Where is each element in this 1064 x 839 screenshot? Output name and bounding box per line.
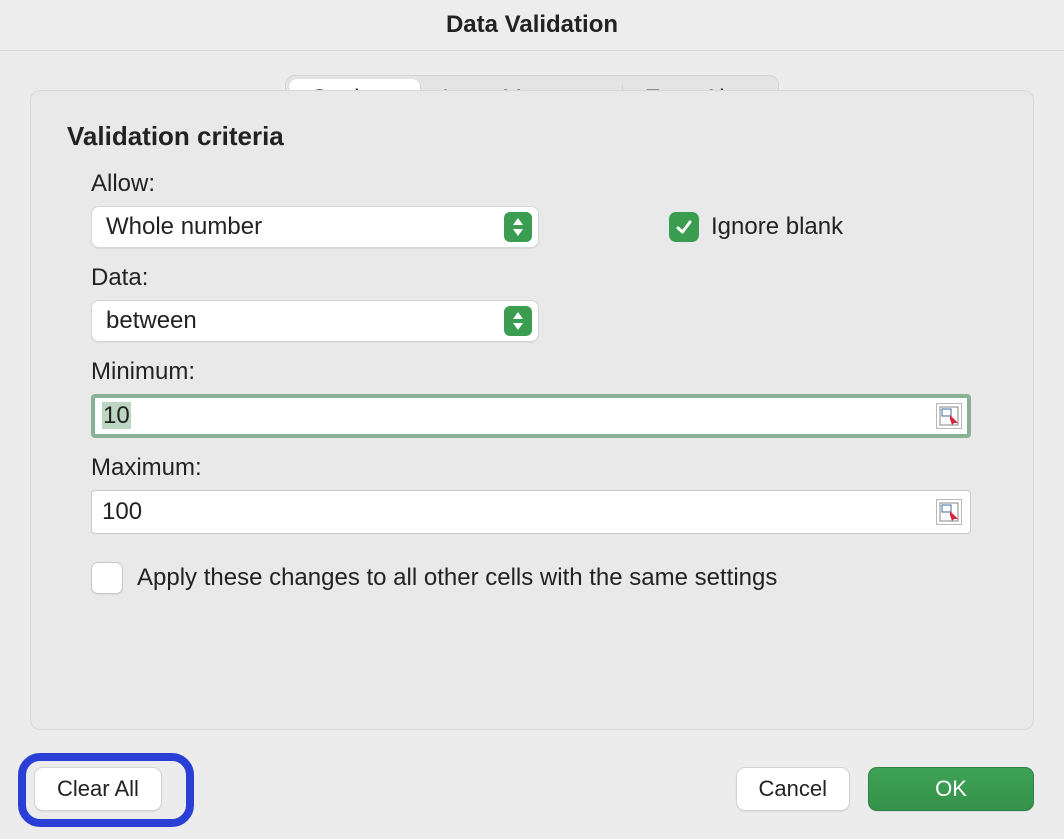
updown-icon bbox=[504, 212, 532, 242]
ok-button[interactable]: OK bbox=[868, 767, 1034, 811]
minimum-input-value: 10 bbox=[102, 402, 936, 430]
updown-icon bbox=[504, 306, 532, 336]
clear-all-button[interactable]: Clear All bbox=[34, 767, 162, 811]
minimum-input[interactable]: 10 bbox=[91, 394, 971, 438]
cancel-button[interactable]: Cancel bbox=[736, 767, 850, 811]
data-select-value: between bbox=[106, 307, 504, 335]
window-title: Data Validation bbox=[0, 0, 1064, 51]
allow-label: Allow: bbox=[91, 170, 997, 198]
check-icon bbox=[674, 217, 694, 237]
range-picker-icon[interactable] bbox=[936, 499, 962, 525]
apply-all-label: Apply these changes to all other cells w… bbox=[137, 564, 777, 592]
maximum-input[interactable]: 100 bbox=[91, 490, 971, 534]
dialog-footer: Clear All Cancel OK bbox=[0, 757, 1064, 821]
section-title-validation-criteria: Validation criteria bbox=[67, 121, 997, 152]
apply-all-checkbox[interactable] bbox=[91, 562, 123, 594]
ignore-blank-label: Ignore blank bbox=[711, 213, 843, 241]
maximum-input-value: 100 bbox=[102, 498, 936, 526]
data-select[interactable]: between bbox=[91, 300, 539, 342]
range-picker-icon[interactable] bbox=[936, 403, 962, 429]
settings-panel: Validation criteria Allow: Whole number … bbox=[30, 90, 1034, 730]
ignore-blank-checkbox[interactable] bbox=[669, 212, 699, 242]
data-label: Data: bbox=[91, 264, 997, 292]
allow-select-value: Whole number bbox=[106, 213, 504, 241]
allow-select[interactable]: Whole number bbox=[91, 206, 539, 248]
maximum-label: Maximum: bbox=[91, 454, 997, 482]
minimum-label: Minimum: bbox=[91, 358, 997, 386]
